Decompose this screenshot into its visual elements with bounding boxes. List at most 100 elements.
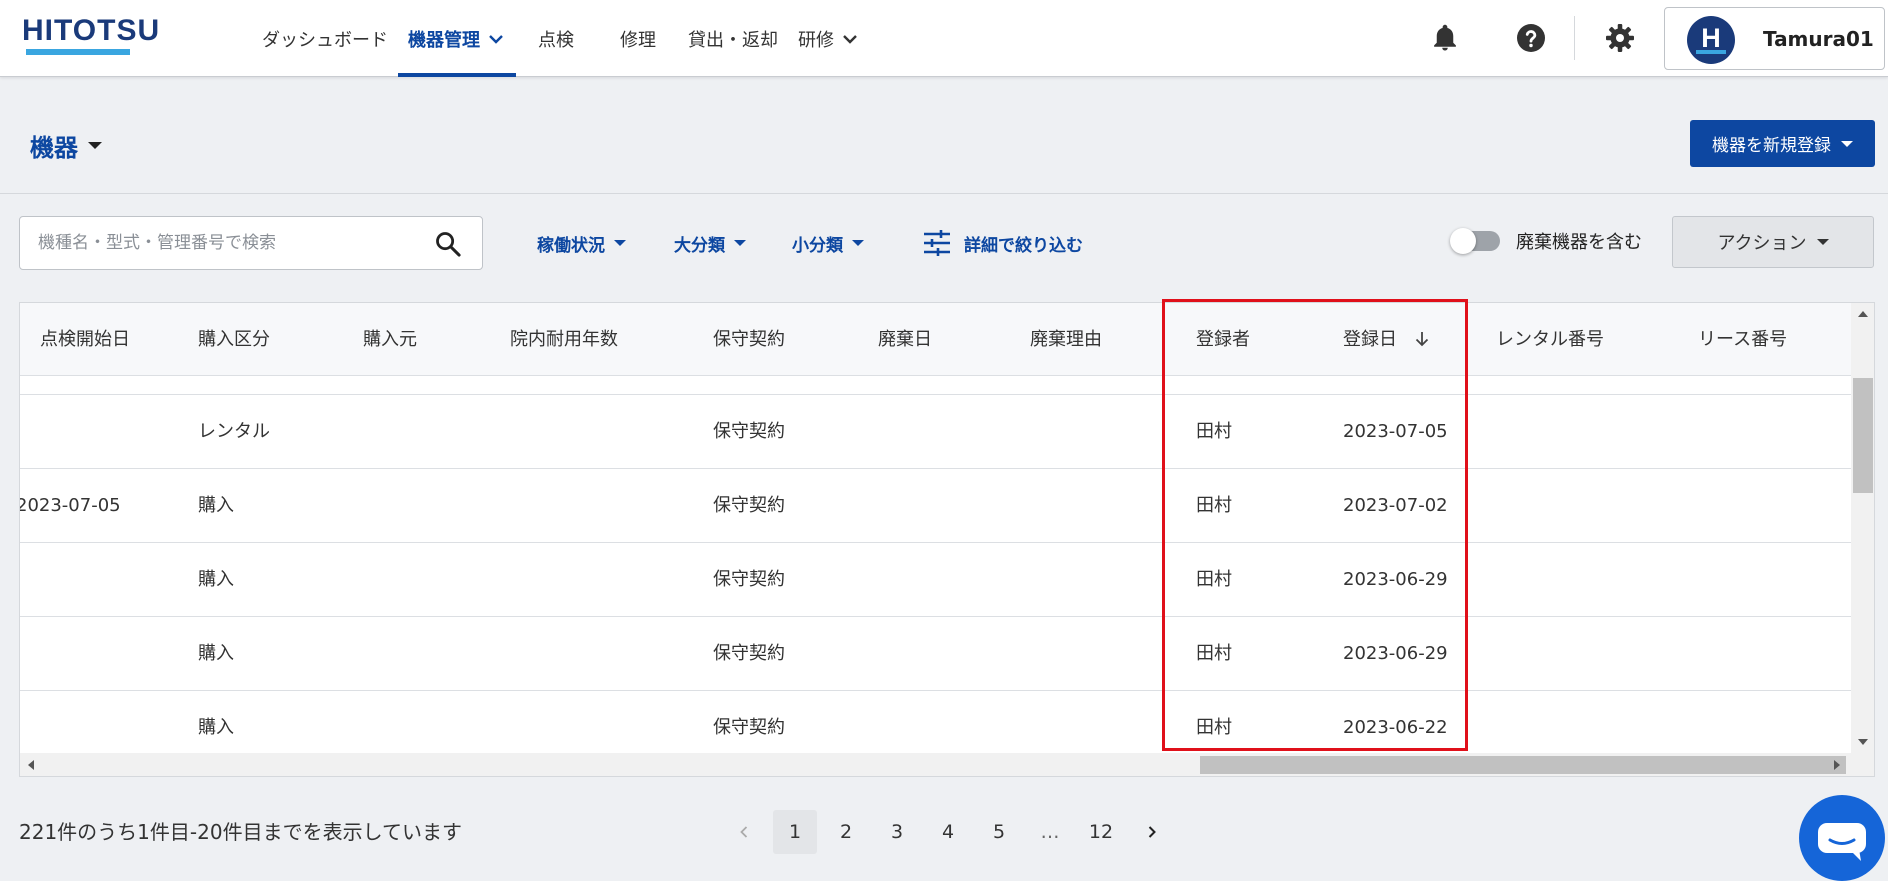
nav-item-lending-return[interactable]: 貸出・返却 [678, 0, 788, 77]
vertical-scrollbar[interactable] [1851, 303, 1874, 753]
column-header-disposal-reason[interactable]: 廃棄理由 [1030, 303, 1102, 376]
chat-support-button[interactable] [1799, 795, 1885, 881]
column-header-service-life[interactable]: 院内耐用年数 [510, 303, 618, 376]
column-header-disposal-date[interactable]: 廃棄日 [878, 303, 932, 376]
cell-registered-date: 2023-07-05 [1343, 421, 1448, 442]
minor-category-label: 小分類 [792, 235, 843, 256]
column-header-maintenance-contract[interactable]: 保守契約 [713, 303, 785, 376]
cell-inspection-start: 2023-07-05 [20, 495, 121, 516]
search-input[interactable] [20, 217, 420, 269]
table-row[interactable]: 2023-07-05 購入 保守契約 田村 2023-07-02 [20, 469, 1851, 543]
status-filter-dropdown[interactable]: 稼働状況 [537, 228, 626, 258]
page-button-4[interactable]: 4 [926, 810, 970, 854]
cell-maintenance-contract: 保守契約 [713, 421, 785, 442]
column-header-purchase-type[interactable]: 購入区分 [198, 303, 270, 376]
avatar-accent-line [1696, 50, 1726, 54]
help-button[interactable] [1513, 20, 1549, 56]
nav-item-label: 機器管理 [408, 29, 480, 51]
cell-maintenance-contract: 保守契約 [713, 717, 785, 738]
main-nav: ダッシュボード 機器管理 点検 修理 貸出・返却 研修 [252, 0, 870, 77]
nav-item-label: ダッシュボード [262, 29, 388, 51]
scroll-down-icon[interactable] [1858, 739, 1868, 745]
page-button-3[interactable]: 3 [875, 810, 919, 854]
table-row[interactable]: 購入 保守契約 田村 2023-06-29 [20, 543, 1851, 617]
notifications-button[interactable] [1427, 20, 1463, 56]
cell-registered-date: 2023-06-29 [1343, 569, 1448, 590]
detail-filter-label: 詳細で絞り込む [964, 235, 1083, 256]
chevron-left-icon [740, 826, 748, 838]
column-header-registrant[interactable]: 登録者 [1196, 303, 1250, 376]
chevron-down-icon [489, 34, 503, 44]
cell-purchase-type: レンタル [198, 421, 270, 442]
nav-item-label: 修理 [620, 29, 656, 51]
toolbar-divider [1574, 16, 1575, 60]
column-header-inspection-start[interactable]: 点検開始日 [40, 303, 130, 376]
caret-down-icon [88, 142, 102, 149]
bell-icon [1434, 24, 1456, 51]
toggle-track[interactable] [1450, 228, 1500, 254]
column-header-vendor[interactable]: 購入元 [363, 303, 417, 376]
next-page-button[interactable] [1130, 810, 1174, 854]
search-box [19, 216, 483, 270]
scroll-left-icon[interactable] [28, 760, 34, 770]
scroll-right-icon[interactable] [1834, 760, 1840, 770]
nav-item-inspection[interactable]: 点検 [528, 0, 584, 77]
nav-item-dashboard[interactable]: ダッシュボード [252, 0, 398, 77]
horizontal-scroll-thumb[interactable] [1200, 756, 1846, 774]
arrow-down-icon [1415, 332, 1428, 347]
hitotsu-logo[interactable]: HITOTSU [22, 13, 182, 59]
page-ellipsis: … [1040, 821, 1060, 843]
caret-down-icon [852, 240, 864, 246]
cell-maintenance-contract: 保守契約 [713, 569, 785, 590]
column-header-registered-date[interactable]: 登録日 [1343, 303, 1431, 376]
logo-underline [26, 49, 130, 55]
page-button-5[interactable]: 5 [977, 810, 1021, 854]
user-name: Tamura01 [1763, 27, 1874, 51]
table-header-row: 点検開始日 購入区分 購入元 院内耐用年数 保守契約 廃棄日 廃棄理由 登録者 … [20, 303, 1851, 376]
nav-item-label: 点検 [538, 29, 574, 51]
scroll-up-icon[interactable] [1858, 311, 1868, 317]
detail-filter-button[interactable]: 詳細で絞り込む [922, 228, 1083, 258]
help-icon [1517, 24, 1545, 52]
table-row[interactable] [20, 376, 1851, 395]
user-menu-button[interactable]: H Tamura01 [1664, 7, 1885, 70]
horizontal-scrollbar[interactable] [20, 753, 1874, 776]
column-header-lease-number[interactable]: リース番号 [1698, 303, 1787, 376]
prev-page-button[interactable] [722, 810, 766, 854]
column-header-label: 登録日 [1343, 329, 1397, 350]
table-row[interactable]: レンタル 保守契約 田村 2023-07-05 [20, 395, 1851, 469]
column-header-rental-number[interactable]: レンタル番号 [1496, 303, 1604, 376]
cell-registrant: 田村 [1196, 717, 1232, 738]
cell-registrant: 田村 [1196, 421, 1232, 442]
major-category-filter-dropdown[interactable]: 大分類 [674, 228, 746, 258]
vertical-scroll-thumb[interactable] [1853, 378, 1873, 493]
page-button-2[interactable]: 2 [824, 810, 868, 854]
cell-purchase-type: 購入 [198, 569, 234, 590]
action-button[interactable]: アクション [1672, 216, 1874, 268]
cell-registered-date: 2023-06-29 [1343, 643, 1448, 664]
toggle-knob [1450, 228, 1476, 254]
nav-item-training[interactable]: 研修 [788, 0, 870, 77]
register-device-button[interactable]: 機器を新規登録 [1690, 120, 1875, 167]
caret-down-icon [614, 240, 626, 246]
page-button-12[interactable]: 12 [1079, 810, 1123, 854]
chevron-right-icon [1148, 826, 1156, 838]
register-device-label: 機器を新規登録 [1712, 136, 1831, 156]
caret-down-icon [1816, 239, 1829, 245]
nav-item-label: 研修 [798, 29, 834, 51]
avatar: H [1687, 16, 1735, 64]
minor-category-filter-dropdown[interactable]: 小分類 [792, 228, 864, 258]
search-icon[interactable] [434, 230, 462, 258]
cell-registrant: 田村 [1196, 495, 1232, 516]
settings-button[interactable] [1602, 20, 1638, 56]
result-count-text: 221件のうち1件目-20件目までを表示しています [19, 820, 462, 844]
page-title-dropdown[interactable]: 機器 [30, 128, 102, 163]
table-row[interactable]: 購入 保守契約 田村 2023-06-22 [20, 691, 1851, 753]
cell-registrant: 田村 [1196, 569, 1232, 590]
nav-item-device-management[interactable]: 機器管理 [398, 0, 516, 77]
include-disposed-toggle[interactable]: 廃棄機器を含む [1450, 228, 1642, 254]
nav-item-repair[interactable]: 修理 [610, 0, 666, 77]
page-button-1[interactable]: 1 [773, 810, 817, 854]
action-button-label: アクション [1717, 233, 1807, 254]
table-row[interactable]: 購入 保守契約 田村 2023-06-29 [20, 617, 1851, 691]
